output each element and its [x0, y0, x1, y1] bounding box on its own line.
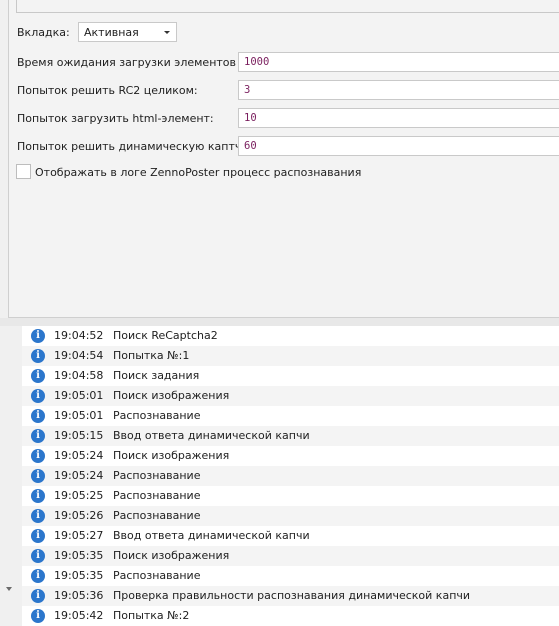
- log-message: Распознавание: [113, 509, 201, 522]
- wait-time-label: Время ожидания загрузки элементов (мс):: [17, 56, 267, 69]
- info-icon: i: [31, 469, 45, 483]
- info-icon: i: [31, 349, 45, 363]
- log-row[interactable]: i 19:05:42 Попытка №:2: [22, 606, 559, 626]
- html-attempts-label: Попыток загрузить html-элемент:: [17, 112, 214, 125]
- log-message: Поиск изображения: [113, 549, 230, 562]
- log-message: Поиск изображения: [113, 389, 230, 402]
- log-row[interactable]: i 19:05:24 Поиск изображения: [22, 446, 559, 466]
- log-time: 19:05:15: [54, 429, 104, 442]
- log-time: 19:05:26: [54, 509, 104, 522]
- log-row[interactable]: i 19:05:24 Распознавание: [22, 466, 559, 486]
- info-icon: i: [31, 369, 45, 383]
- log-message: Ввод ответа динамической капчи: [113, 429, 310, 442]
- log-row[interactable]: i 19:05:01 Распознавание: [22, 406, 559, 426]
- log-list[interactable]: i 19:04:52 Поиск ReCaptcha2 i 19:04:54 Попытк…: [22, 326, 559, 626]
- log-time: 19:04:52: [54, 329, 104, 342]
- log-message: Попытка №:1: [113, 349, 190, 362]
- chevron-down-icon[interactable]: [164, 31, 170, 34]
- info-icon: i: [31, 489, 45, 503]
- log-row[interactable]: i 19:05:35 Распознавание: [22, 566, 559, 586]
- log-time: 19:05:01: [54, 409, 104, 422]
- log-row[interactable]: i 19:04:52 Поиск ReCaptcha2: [22, 326, 559, 346]
- rc2-attempts-label: Попыток решить RC2 целиком:: [17, 84, 198, 97]
- log-message: Распознавание: [113, 469, 201, 482]
- log-time: 19:05:01: [54, 389, 104, 402]
- panel-splitter[interactable]: [0, 318, 559, 326]
- log-message: Поиск задания: [113, 369, 200, 382]
- info-icon: i: [31, 529, 45, 543]
- log-message: Поиск ReCaptcha2: [113, 329, 218, 342]
- log-gutter: [0, 326, 21, 626]
- info-icon: i: [31, 509, 45, 523]
- log-time: 19:05:25: [54, 489, 104, 502]
- top-group-box: [16, 0, 559, 13]
- log-time: 19:05:35: [54, 549, 104, 562]
- log-message: Проверка правильности распознавания дина…: [113, 589, 471, 602]
- info-icon: i: [31, 549, 45, 563]
- log-row[interactable]: i 19:05:25 Распознавание: [22, 486, 559, 506]
- log-row[interactable]: i 19:05:27 Ввод ответа динамической капчи: [22, 526, 559, 546]
- log-row[interactable]: i 19:05:15 Ввод ответа динамической капчи: [22, 426, 559, 446]
- log-process-checkbox-label[interactable]: Отображать в логе ZennoPoster процесс ра…: [35, 166, 361, 179]
- log-time: 19:05:27: [54, 529, 104, 542]
- log-row[interactable]: i 19:05:35 Поиск изображения: [22, 546, 559, 566]
- dynamic-captcha-attempts-label: Попыток решить динамическую каптчу:: [17, 140, 252, 153]
- wait-time-input[interactable]: 1000: [238, 52, 559, 72]
- html-attempts-input[interactable]: 10: [238, 108, 559, 128]
- tab-select-value: Активная: [84, 26, 139, 39]
- log-row[interactable]: i 19:05:36 Проверка правильности распознав…: [22, 586, 559, 606]
- log-message: Поиск изображения: [113, 449, 230, 462]
- log-row[interactable]: i 19:04:54 Попытка №:1: [22, 346, 559, 366]
- tab-label: Вкладка:: [17, 26, 70, 39]
- rc2-attempts-input[interactable]: 3: [238, 80, 559, 100]
- log-message: Распознавание: [113, 409, 201, 422]
- info-icon: i: [31, 409, 45, 423]
- info-icon: i: [31, 329, 45, 343]
- settings-panel: [8, 0, 559, 318]
- log-time: 19:04:54: [54, 349, 104, 362]
- log-message: Попытка №:2: [113, 609, 190, 622]
- log-time: 19:05:24: [54, 469, 104, 482]
- log-time: 19:05:24: [54, 449, 104, 462]
- info-icon: i: [31, 449, 45, 463]
- log-time: 19:04:58: [54, 369, 104, 382]
- tab-select[interactable]: Активная: [78, 22, 177, 42]
- info-icon: i: [31, 569, 45, 583]
- info-icon: i: [31, 389, 45, 403]
- log-process-checkbox[interactable]: [16, 164, 31, 179]
- log-row[interactable]: i 19:05:26 Распознавание: [22, 506, 559, 526]
- log-message: Распознавание: [113, 489, 201, 502]
- log-message: Распознавание: [113, 569, 201, 582]
- log-time: 19:05:36: [54, 589, 104, 602]
- log-time: 19:05:35: [54, 569, 104, 582]
- log-row[interactable]: i 19:04:58 Поиск задания: [22, 366, 559, 386]
- log-time: 19:05:42: [54, 609, 104, 622]
- info-icon: i: [31, 429, 45, 443]
- info-icon: i: [31, 589, 45, 603]
- info-icon: i: [31, 609, 45, 623]
- log-row[interactable]: i 19:05:01 Поиск изображения: [22, 386, 559, 406]
- dynamic-captcha-attempts-input[interactable]: 60: [238, 136, 559, 156]
- scroll-down-arrow-icon[interactable]: [6, 587, 12, 591]
- log-message: Ввод ответа динамической капчи: [113, 529, 310, 542]
